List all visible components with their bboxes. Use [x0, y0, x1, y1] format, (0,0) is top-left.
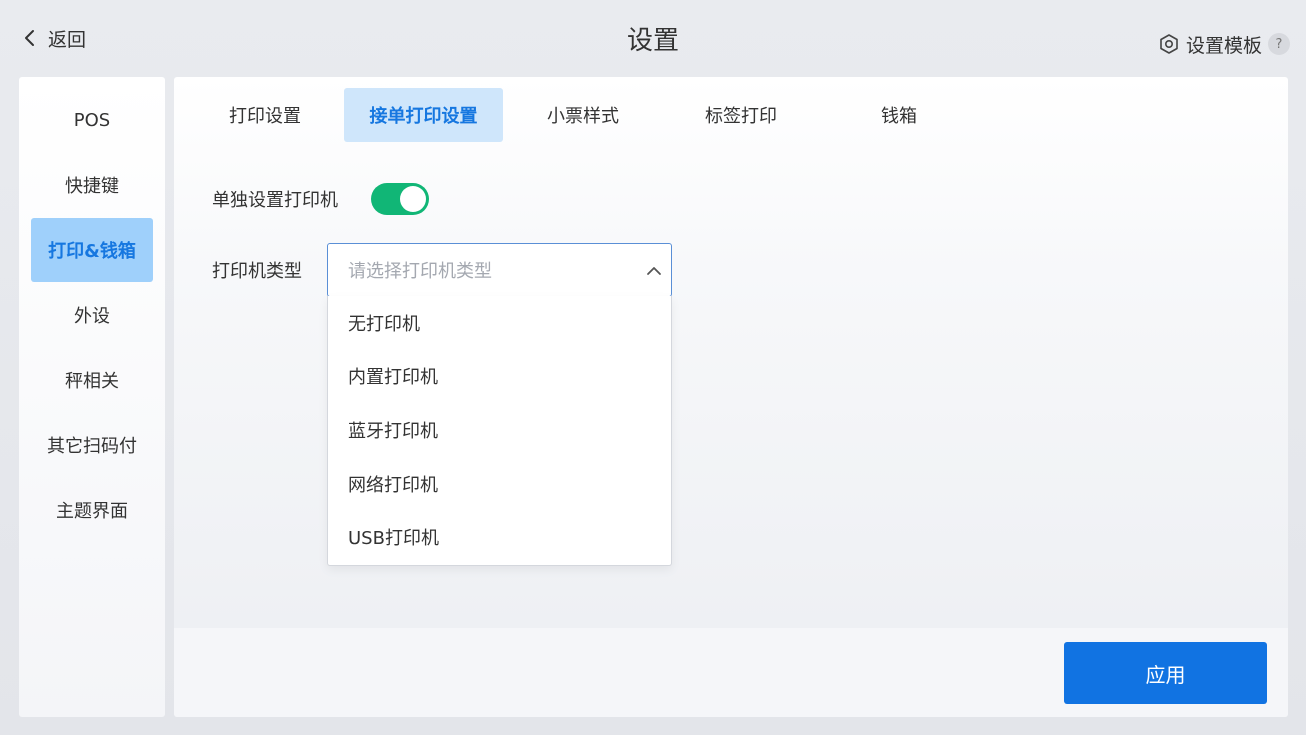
page-title: 设置 — [626, 26, 679, 56]
chevron-up-icon — [647, 267, 661, 275]
option-network-printer[interactable]: 网络打印机 — [328, 457, 671, 511]
sidebar-item-theme[interactable]: 主题界面 — [31, 478, 153, 542]
separate-printer-label: 单独设置打印机 — [212, 190, 338, 211]
separate-printer-toggle[interactable] — [371, 183, 429, 215]
printer-type-select[interactable]: 请选择打印机类型 — [327, 243, 672, 297]
option-usb-printer[interactable]: USB打印机 — [328, 510, 671, 564]
sidebar-item-shortcuts[interactable]: 快捷键 — [31, 153, 153, 217]
footer-bar: 应用 — [174, 628, 1288, 717]
hexagon-gear-icon — [1160, 34, 1178, 54]
tab-cashbox[interactable]: 钱箱 — [840, 88, 958, 142]
toggle-knob — [400, 186, 426, 212]
printer-type-label: 打印机类型 — [212, 261, 302, 282]
help-icon[interactable]: ? — [1268, 33, 1290, 55]
sidebar-item-print-cashbox[interactable]: 打印&钱箱 — [31, 218, 153, 282]
tab-bar: 打印设置 接单打印设置 小票样式 标签打印 钱箱 — [174, 88, 1288, 142]
tab-label-print[interactable]: 标签打印 — [682, 88, 800, 142]
tab-receipt-style[interactable]: 小票样式 — [524, 88, 642, 142]
apply-button[interactable]: 应用 — [1064, 642, 1267, 704]
tab-print-settings[interactable]: 打印设置 — [206, 88, 324, 142]
sidebar-item-pos[interactable]: POS — [31, 88, 153, 152]
settings-template-button[interactable]: 设置模板 ? — [1158, 30, 1290, 58]
sidebar-item-other-scan-pay[interactable]: 其它扫码付 — [31, 413, 153, 477]
option-no-printer[interactable]: 无打印机 — [328, 296, 671, 350]
sidebar-item-scale[interactable]: 秤相关 — [31, 348, 153, 412]
sidebar-item-peripherals[interactable]: 外设 — [31, 283, 153, 347]
main-panel: 打印设置 接单打印设置 小票样式 标签打印 钱箱 单独设置打印机 打印机类型 请… — [174, 77, 1288, 717]
settings-template-label: 设置模板 — [1185, 34, 1262, 57]
tab-order-print-settings[interactable]: 接单打印设置 — [344, 88, 503, 142]
sidebar: POS 快捷键 打印&钱箱 外设 秤相关 其它扫码付 主题界面 — [19, 77, 165, 717]
option-bluetooth-printer[interactable]: 蓝牙打印机 — [328, 403, 671, 457]
printer-type-placeholder: 请选择打印机类型 — [348, 261, 492, 282]
printer-type-dropdown: 无打印机 内置打印机 蓝牙打印机 网络打印机 USB打印机 — [327, 296, 672, 566]
header-bar: 返回 设置 设置模板 ? — [0, 0, 1306, 77]
option-builtin-printer[interactable]: 内置打印机 — [328, 350, 671, 404]
